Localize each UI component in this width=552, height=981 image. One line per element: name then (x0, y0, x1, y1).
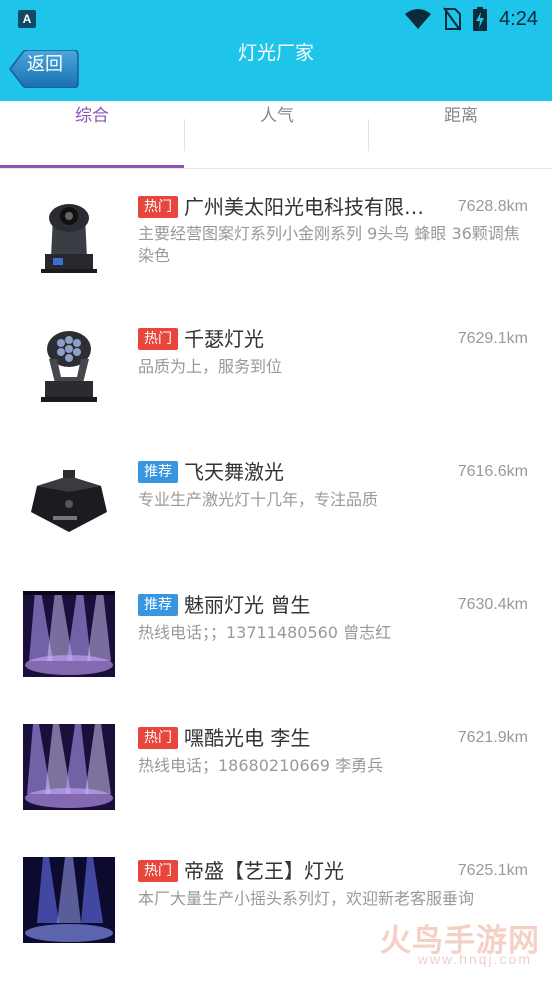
list-item[interactable]: 推荐 飞天舞激光 7616.6km 专业生产激光灯十几年，专注品质 (0, 434, 552, 567)
hot-badge: 热门 (138, 727, 178, 749)
recommend-badge: 推荐 (138, 594, 178, 616)
vendor-description: 专业生产激光灯十几年，专注品质 (138, 490, 379, 509)
tab-bar: 综合 人气 距离 (0, 101, 552, 169)
vendor-description: 热线电话；18680210669 李勇兵 (138, 756, 384, 775)
tab-distance[interactable]: 距离 (369, 101, 552, 168)
list-item[interactable]: 推荐 魅丽灯光 曾生 7630.4km 热线电话；；13711480560 曾志… (0, 567, 552, 700)
stage-lighting-thumbnail (23, 591, 115, 677)
vendor-name: 千瑟灯光 (184, 327, 264, 351)
wifi-icon (405, 9, 432, 29)
hot-badge: 热门 (138, 328, 178, 350)
vendor-description: 热线电话；；13711480560 曾志红 (138, 623, 392, 642)
vendor-description: 品质为上，服务到位 (138, 357, 283, 376)
distance-label: 7628.8km (457, 198, 528, 215)
stage-lighting-image (23, 724, 115, 810)
stage-lighting-thumbnail (23, 724, 115, 810)
tab-overall[interactable]: 综合 (0, 101, 184, 168)
stage-lighting-image (23, 591, 115, 677)
list-item[interactable]: 热门 广州美太阳光电科技有限公司 7628.8km 主要经营图案灯系列小金刚系列… (0, 168, 552, 301)
distance-label: 7629.1km (457, 330, 528, 347)
no-sim-icon (443, 7, 462, 31)
distance-label: 7625.1km (457, 862, 528, 879)
clock: 4:24 (499, 7, 538, 30)
vendor-name: 广州美太阳光电科技有限公司 (184, 195, 442, 219)
list-item[interactable]: 热门 嘿酷光电 李生 7621.9km 热线电话；18680210669 李勇兵 (0, 700, 552, 833)
vendor-name: 飞天舞激光 (184, 460, 284, 484)
stage-beam-image (23, 857, 115, 943)
status-bar: A 4:24 (0, 0, 552, 38)
hot-badge: 热门 (138, 196, 178, 218)
distance-label: 7621.9km (457, 729, 528, 746)
watermark-url: www.hnqj.com (417, 951, 532, 967)
battery-charging-icon (473, 7, 488, 31)
recommend-badge: 推荐 (138, 461, 178, 483)
tab-popularity[interactable]: 人气 (185, 101, 369, 168)
app-header: 灯光厂家 返回 (0, 38, 552, 101)
moving-head-light-image (23, 196, 115, 282)
laser-light-image (23, 456, 115, 542)
status-icons: 4:24 (405, 6, 538, 32)
page-title: 灯光厂家 (237, 42, 314, 64)
bee-eye-moving-head-thumbnail (23, 325, 115, 411)
distance-label: 7616.6km (457, 463, 528, 480)
moving-head-light-thumbnail (23, 196, 115, 282)
bee-eye-moving-head-image (23, 325, 115, 411)
stage-beam-thumbnail (23, 857, 115, 943)
laser-light-thumbnail (23, 456, 115, 542)
watermark: 火鸟手游网 www.hnqj.com (370, 915, 540, 971)
list-item[interactable]: 热门 千瑟灯光 7629.1km 品质为上，服务到位 (0, 301, 552, 434)
vendor-name: 帝盛【艺王】灯光 (184, 859, 344, 883)
back-button[interactable]: 返回 (9, 50, 79, 88)
app-notification-icon: A (18, 10, 36, 28)
vendor-description: 本厂大量生产小摇头系列灯，欢迎新老客服垂询 (138, 889, 475, 908)
vendor-name: 嘿酷光电 李生 (184, 726, 311, 750)
vendor-description: 主要经营图案灯系列小金刚系列 9头鸟 蜂眼 36颗调焦染色 (138, 224, 520, 265)
vendor-name: 魅丽灯光 曾生 (184, 593, 311, 617)
hot-badge: 热门 (138, 860, 178, 882)
distance-label: 7630.4km (457, 596, 528, 613)
back-button-label: 返回 (27, 54, 63, 75)
